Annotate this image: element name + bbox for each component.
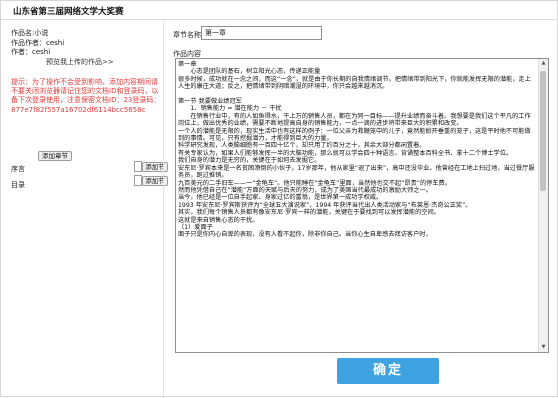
catalog-select[interactable]	[134, 175, 142, 186]
content-text[interactable]: 第一章 心态是团队的基石，树立阳光心态，传递正能量 很多时候，成功就在一念之间，而…	[178, 61, 536, 239]
content-line	[178, 91, 536, 98]
content-line: 一个人的潜能是无限的，现实生活中也有这样的例子：一位父亲为救鞭笼中的儿子，竟然能…	[178, 127, 531, 143]
content-line: 科学研究发现，人类脑细胞有一百四十亿个，却只用了约百分之十，其余大部分都闲置着。	[178, 142, 426, 150]
add-catalog-section-button[interactable]: 添加节	[142, 176, 168, 186]
content-line: 安东尼·罗宾本来是一名贫困潦倒的小伙子，17岁那年，他从家里“退了出来”，高中还…	[178, 164, 535, 180]
work-name: 作品名:小说	[11, 29, 49, 37]
column-divider	[163, 21, 164, 398]
page-frame: 山东省第三届网络文学大奖赛 作品名:小说 作品作者：ceshi 作者：ceshi…	[0, 0, 558, 398]
content-line: 心态是团队的基石，树立阳光心态，传递正能量	[178, 68, 321, 76]
content-editor[interactable]: 第一章 心态是团队的基石，树立阳光心态，传递正能量 很多时候，成功就在一念之间，而…	[175, 58, 549, 353]
title-divider	[1, 19, 558, 20]
page-title: 山东省第三届网络文学大奖赛	[13, 7, 124, 17]
chapter-name-input[interactable]: 第一章	[201, 26, 322, 40]
content-line: 九百美元的二手旧车——一“金龟车”。他只能睡在“金龟车”里面，当然他也交不起“昂…	[178, 179, 451, 187]
chapter-name-label: 章节名称	[173, 31, 201, 39]
scroll-down-icon[interactable]: ▼	[539, 343, 548, 352]
preface-select[interactable]	[134, 161, 142, 172]
catalog-label: 目录	[11, 181, 25, 189]
confirm-button[interactable]: 确定	[337, 358, 439, 384]
scroll-thumb[interactable]	[540, 71, 546, 191]
content-line: 1、销售能力 = 潜在能力 － 干扰	[178, 105, 282, 113]
add-preface-section-button[interactable]: 添加节	[142, 162, 168, 172]
writer: 作者：ceshi	[11, 48, 51, 56]
warning-text: 提示：为了操作不会受到影响，添加内容期间请不要关闭浏览器请记住您的文档ID和登录…	[11, 78, 161, 114]
preface-label: 序言	[11, 165, 25, 173]
add-chapter-button[interactable]: 添加章节	[38, 151, 72, 161]
editor-scrollbar[interactable]: ▲ ▼	[538, 59, 548, 352]
content-line: 很多时候，成功就在一念之间，而这“一念”，就是由于你长期的自我情绪调节。把情绪带…	[178, 75, 531, 91]
content-line: 面子只是你内心自卑的表现，没有人看不起你，除非你自己。当你心生自卑感去拜访客户时…	[178, 231, 432, 239]
content-line: 其实，我们每个销售人员都有像安东尼·罗宾一样的潜能，关键在于要找到可以发挥潜能的…	[178, 209, 440, 217]
preview-link[interactable]: 预览我上传的作品>>	[46, 57, 114, 67]
content-line: 1993 年安东尼·罗宾斯获评为“全球五大演说家”，1994 年获评当代出人类活…	[178, 201, 472, 209]
content-line: 我们自身的潜力是无穷的，关键在于如何去发掘它。	[178, 157, 321, 165]
content-line: 这就是来自销售心态的干扰。	[178, 216, 259, 224]
scroll-up-icon[interactable]: ▲	[539, 59, 548, 68]
content-line: 在销售行业中，有的人如鱼得水，干上万的销售人员，都在为同一目标——提升业绩而奋斗…	[178, 112, 531, 128]
content-line: 当今，他已经是一位自手起家、身家过亿的富翁，是世界第一成功学权威。	[178, 194, 383, 202]
